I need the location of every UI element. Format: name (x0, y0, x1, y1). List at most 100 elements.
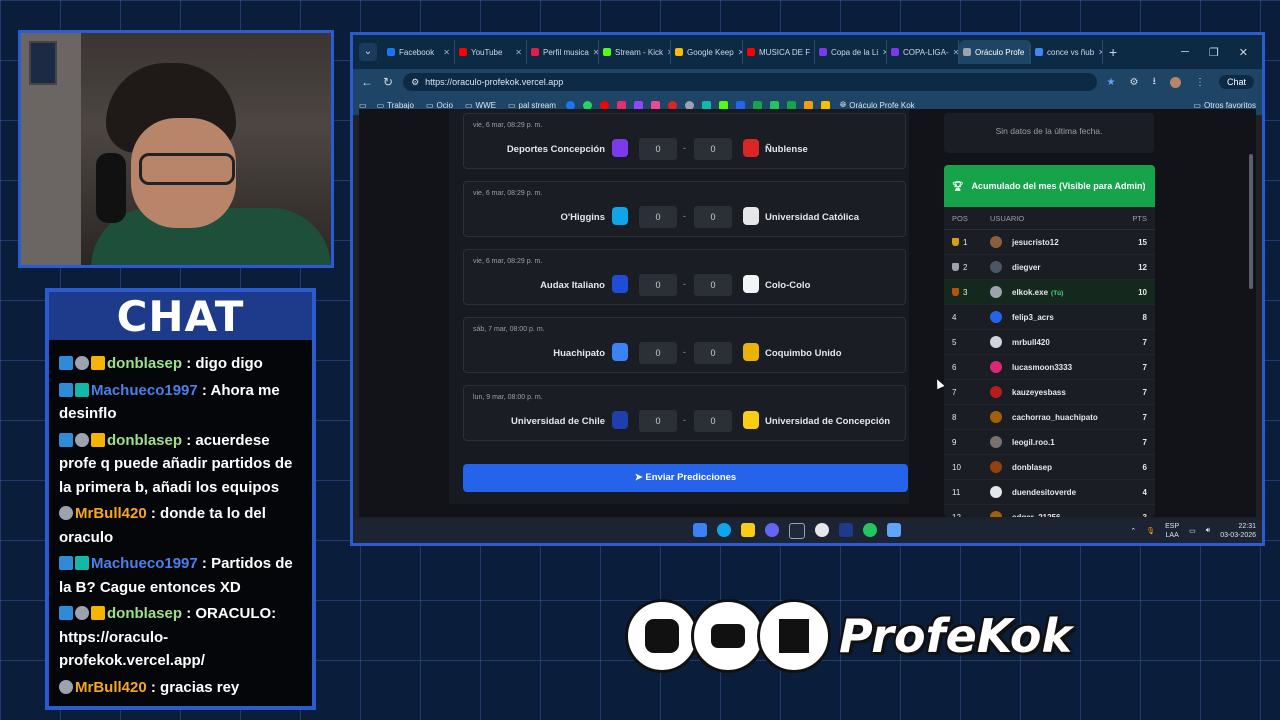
home-score-input[interactable]: 0 (639, 410, 677, 432)
tab-label: MUSICA DE F (759, 47, 811, 57)
browser-tab[interactable]: COPA-LIGA- ✕ (887, 40, 959, 64)
chat-username[interactable]: MrBull420 (75, 505, 147, 522)
col-user: USUARIO (990, 213, 1025, 223)
address-bar: ← ↻ ⚙ https://oraculo-profekok.vercel.ap… (353, 69, 1262, 95)
rank-number: 3 (963, 287, 968, 297)
rank-points: 7 (1142, 362, 1147, 372)
tab-close-icon[interactable]: ✕ (515, 48, 522, 57)
chat-username[interactable]: MrBull420 (75, 679, 147, 696)
you-tag: (Tú) (1051, 289, 1064, 297)
language-indicator[interactable]: ESP LAA (1165, 522, 1179, 540)
away-score-input[interactable]: 0 (694, 206, 732, 228)
rank-number: 1 (963, 237, 968, 247)
start-icon[interactable] (693, 523, 707, 537)
chat-button[interactable]: Chat (1218, 75, 1254, 89)
rank-trophy-icon (952, 288, 959, 296)
network-icon[interactable]: ▭ (1189, 527, 1196, 535)
mic-icon[interactable]: 🎙︎ (1146, 527, 1155, 535)
away-score-input[interactable]: 0 (694, 410, 732, 432)
home-team: Deportes Concepción (506, 144, 605, 155)
download-icon[interactable]: ⭳ (1152, 74, 1156, 91)
chat-username[interactable]: donblasep (107, 432, 182, 449)
browser-tab[interactable]: Oráculo Profe✕ (959, 40, 1031, 64)
submit-predictions-button[interactable]: ➤ Enviar Predicciones (463, 464, 908, 492)
rank-username-text: diegver (1012, 262, 1041, 272)
menu-icon[interactable]: ⋮ (1195, 77, 1205, 88)
discord-icon[interactable] (765, 523, 779, 537)
home-score-input[interactable]: 0 (639, 138, 677, 160)
taskbar-apps (693, 523, 901, 539)
trophy-icon: 🏆︎ (952, 180, 964, 191)
user-avatar (990, 236, 1002, 248)
tray-arrow-icon[interactable]: ⌃ (1130, 527, 1136, 535)
back-icon[interactable]: ← (361, 75, 373, 89)
page-scrollbar[interactable] (1249, 154, 1253, 289)
browser-tab[interactable]: MUSICA DE F✕ (743, 40, 815, 64)
score-separator: - (683, 279, 686, 289)
match-date: lun, 9 mar, 08:00 p. m. (473, 394, 543, 401)
chrome-icon[interactable] (815, 523, 829, 537)
chat-badge-icon (59, 606, 73, 620)
site-info-icon[interactable]: ⚙ (411, 77, 419, 88)
away-team: Coquimbo Unido (765, 348, 842, 359)
rank-username: elkok.exe (Tú) (1012, 288, 1123, 297)
home-score-input[interactable]: 0 (639, 342, 677, 364)
tab-label: conce vs ñub (1047, 47, 1095, 57)
steam-icon[interactable] (789, 523, 805, 539)
close-window-icon[interactable]: ✕ (1239, 46, 1248, 59)
browser-tab[interactable]: YouTube ✕ (455, 40, 527, 64)
browser-tab[interactable]: Stream - Kick✕ (599, 40, 671, 64)
rank-points: 3 (1142, 512, 1147, 518)
chat-text: : gracias rey (150, 678, 240, 696)
bookmark-star-icon[interactable]: ★ (1107, 77, 1116, 88)
match-card: lun, 9 mar, 08:00 p. m. Universidad de Ch… (463, 385, 906, 441)
explorer-icon[interactable] (741, 523, 755, 537)
chat-text: : digo digo (186, 355, 263, 372)
extensions-icon[interactable]: ⚙ (1130, 77, 1139, 88)
tab-close-icon[interactable]: ✕ (1098, 48, 1102, 57)
tab-favicon-icon (675, 48, 683, 56)
new-tab-icon[interactable]: + (1109, 44, 1117, 60)
away-score-input[interactable]: 0 (694, 274, 732, 296)
volume-icon[interactable]: 🔊︎ (1206, 527, 1210, 535)
browser-tab[interactable]: Copa de la Li✕ (815, 40, 887, 64)
kick-logo-icon (757, 599, 831, 673)
rank-position: 1 (952, 238, 990, 247)
edge-icon[interactable] (717, 523, 731, 537)
tab-close-icon[interactable]: ✕ (443, 48, 450, 57)
chat-username[interactable]: Machueco1997 (91, 555, 198, 572)
browser-tab[interactable]: conce vs ñub✕ (1031, 40, 1103, 64)
system-tray: ⌃ 🎙︎ ESP LAA ▭ 🔊︎ 22:31 03-03-2026 (1130, 522, 1256, 540)
clock[interactable]: 22:31 03-03-2026 (1220, 522, 1256, 540)
rank-username: felip3_acrs (1012, 313, 1123, 322)
app-icon[interactable] (887, 523, 901, 537)
home-score-input[interactable]: 0 (639, 274, 677, 296)
home-score-input[interactable]: 0 (639, 206, 677, 228)
browser-tab[interactable]: Perfil musica ✕ (527, 40, 599, 64)
photoshop-icon[interactable] (839, 523, 853, 537)
chat-username[interactable]: donblasep (107, 355, 182, 372)
profile-avatar[interactable] (1169, 76, 1181, 88)
url-field[interactable]: ⚙ https://oraculo-profekok.vercel.app (403, 73, 1097, 91)
maximize-icon[interactable]: ❐ (1209, 46, 1219, 59)
away-score-input[interactable]: 0 (694, 342, 732, 364)
spotify-icon[interactable] (863, 523, 877, 537)
user-avatar (990, 311, 1002, 323)
tab-favicon-icon (747, 48, 755, 56)
chat-badge-icon (75, 382, 89, 397)
chat-username[interactable]: Machueco1997 (91, 382, 198, 399)
tab-favicon-icon (891, 48, 899, 56)
taskbar: ⌃ 🎙︎ ESP LAA ▭ 🔊︎ 22:31 03-03-2026 (353, 519, 1262, 543)
away-score-input[interactable]: 0 (694, 138, 732, 160)
browser-tab[interactable]: Google Keep✕ (671, 40, 743, 64)
reload-icon[interactable]: ↻ (383, 75, 393, 89)
chat-badge-icon (59, 356, 73, 370)
chat-username[interactable]: donblasep (107, 605, 182, 622)
tab-search-button[interactable]: ⌄ (359, 43, 377, 61)
minimize-icon[interactable]: ─ (1181, 46, 1189, 59)
chat-badge-icon (75, 606, 89, 620)
match-card: sáb, 7 mar, 08:00 p. m. Huachipato 0-0 Coqu… (463, 317, 906, 373)
home-crest-icon (612, 411, 628, 429)
away-team: Ñublense (765, 144, 808, 155)
browser-tab[interactable]: Facebook ✕ (383, 40, 455, 64)
